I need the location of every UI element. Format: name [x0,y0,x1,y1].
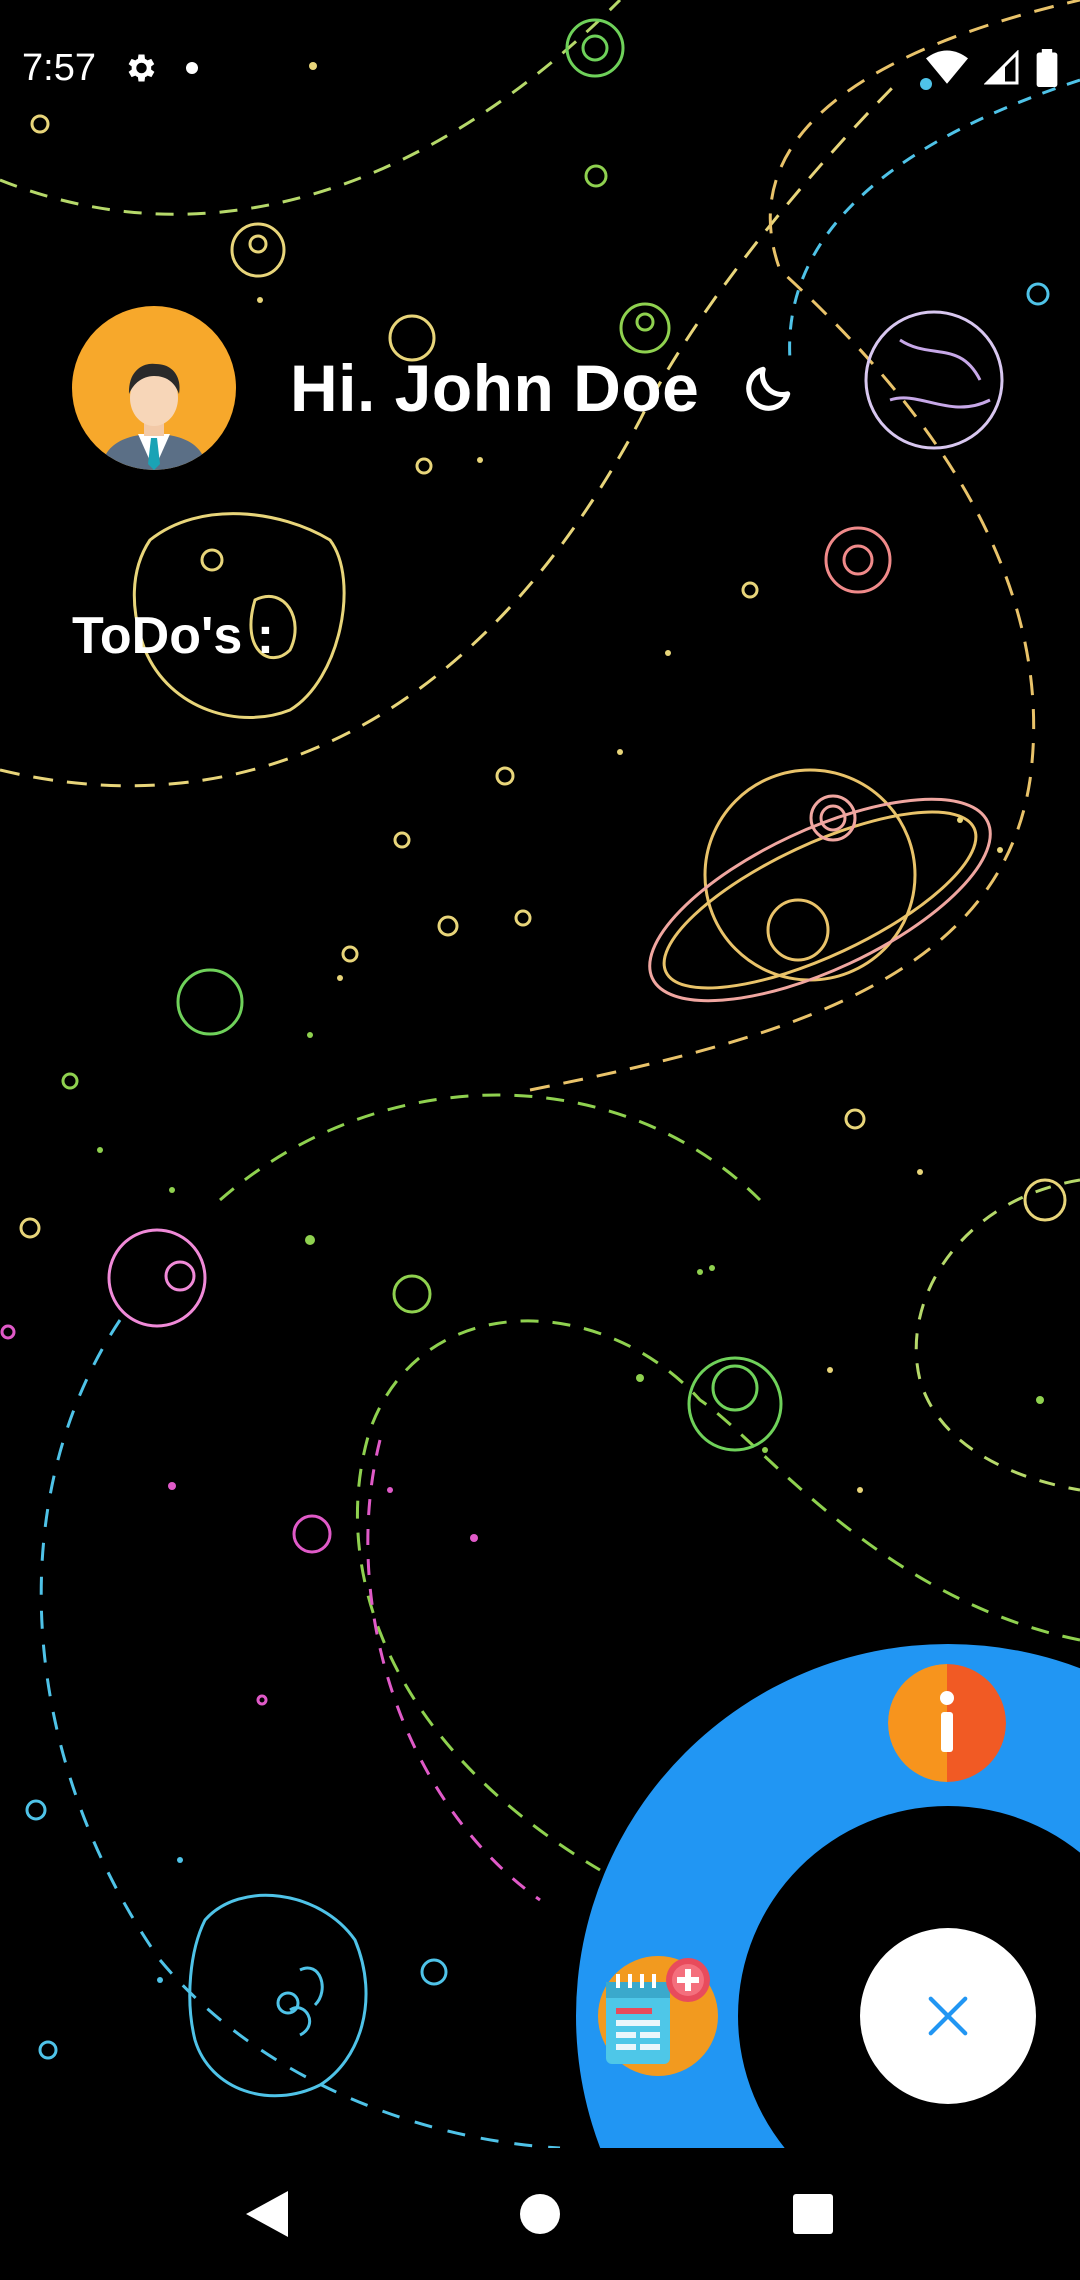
nav-home-button[interactable] [495,2169,585,2259]
signal-icon [984,50,1019,85]
header: Hi. John Doe [72,306,797,470]
wifi-icon [926,50,968,84]
avatar[interactable] [72,306,236,470]
battery-icon [1036,49,1058,87]
back-icon [245,2191,288,2237]
add-todo-button[interactable] [598,1956,718,2076]
close-icon [928,1996,968,2036]
nav-back-button[interactable] [222,2169,312,2259]
close-menu-button[interactable] [860,1928,1036,2104]
status-time: 7:57 [22,46,96,89]
avatar-man-icon [102,363,206,470]
todos-label: ToDo's : [72,607,275,665]
greeting-title: Hi. John Doe [290,351,700,425]
info-icon [888,1664,1006,1782]
nav-recents-button[interactable] [768,2169,858,2259]
add-note-icon [606,1958,710,2064]
info-button[interactable] [888,1664,1006,1782]
home-icon [519,2194,560,2234]
settings-icon [128,54,155,82]
status-bar: 7:57 [0,0,1080,136]
moon-icon[interactable] [741,360,797,416]
recents-icon [793,2194,834,2234]
notification-dot-icon [185,62,198,74]
system-nav-bar [0,2148,1080,2280]
